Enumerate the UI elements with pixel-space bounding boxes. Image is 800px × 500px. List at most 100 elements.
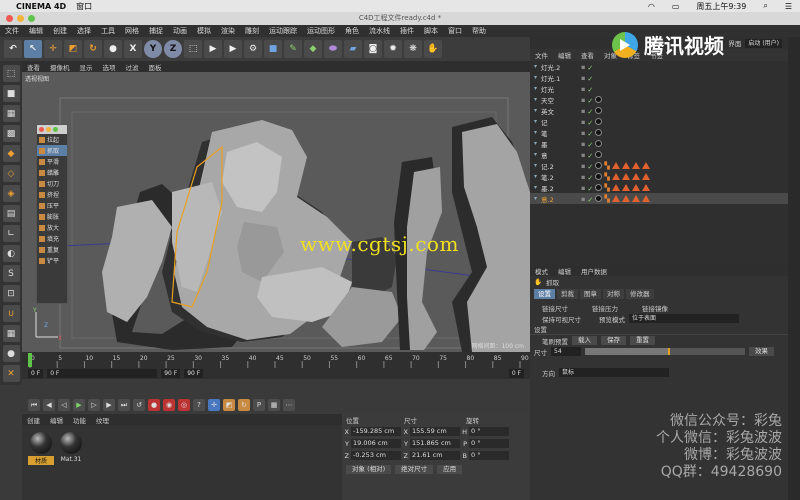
camera-icon[interactable]: ◙: [364, 40, 382, 58]
keep-visible-size-option[interactable]: 保持可视尺寸: [542, 314, 581, 324]
render-view-icon[interactable]: ▶: [204, 40, 222, 58]
x-axis-button[interactable]: X: [124, 40, 142, 58]
sculpt-tag-icon[interactable]: [631, 173, 640, 180]
polygons-mode-icon[interactable]: ◈: [2, 185, 20, 202]
sculpt-tag-icon[interactable]: [641, 162, 650, 169]
prev-key-icon[interactable]: ◀: [43, 399, 55, 411]
preview-mode-select[interactable]: 位于表面: [629, 314, 739, 323]
light-icon[interactable]: ✹: [384, 40, 402, 58]
key-selection-icon[interactable]: ◎: [178, 399, 190, 411]
viewport-menu-item[interactable]: 显示: [75, 62, 98, 72]
layer-icon[interactable]: ▪: [581, 63, 585, 71]
object-row[interactable]: ▾ 灯光.1 ▪ ✓: [530, 72, 788, 83]
attribute-tab[interactable]: 对称: [603, 289, 624, 299]
rotation-field[interactable]: 0 °: [469, 451, 509, 460]
object-row[interactable]: ▾ 记.2 ▪ ✓ ▚: [530, 160, 788, 171]
menu-item[interactable]: 创建: [48, 26, 72, 36]
object-row[interactable]: ▾ 意 ▪ ✓: [530, 149, 788, 160]
soft-select-icon[interactable]: ◐: [2, 245, 20, 262]
checker-tag-icon[interactable]: ▚: [604, 173, 609, 181]
object-row[interactable]: ▾ 灯光 ▪ ✓: [530, 83, 788, 94]
object-row[interactable]: ▾ 英文 ▪ ✓: [530, 105, 788, 116]
bend-tool-icon[interactable]: ∟: [2, 225, 20, 242]
menu-list-icon[interactable]: ☰: [785, 2, 792, 11]
attribute-tab[interactable]: 图章: [580, 289, 601, 299]
visibility-check-icon[interactable]: ✓: [587, 108, 593, 116]
workplane-icon[interactable]: ▩: [2, 125, 20, 142]
sculpt-tag-icon[interactable]: [621, 173, 630, 180]
object-row[interactable]: ▾ 意.2 ▪ ✓ ▚: [530, 193, 788, 204]
object-row[interactable]: ▾ 笔 ▪ ✓: [530, 127, 788, 138]
size-mode-select[interactable]: 绝对尺寸: [395, 465, 434, 474]
material-tag-icon[interactable]: [595, 140, 603, 147]
object-row[interactable]: ▾ 墨.2 ▪ ✓ ▚: [530, 182, 788, 193]
brush-item[interactable]: 抓取: [37, 145, 67, 156]
attribute-tab[interactable]: 剪裁: [557, 289, 578, 299]
material-item[interactable]: 材质: [28, 432, 54, 465]
layer-icon[interactable]: ▪: [581, 151, 585, 159]
menu-item[interactable]: 捕捉: [144, 26, 168, 36]
material-tag-icon[interactable]: [595, 184, 603, 191]
move-key-icon[interactable]: ✛: [208, 399, 220, 411]
viewport-menu-item[interactable]: 面板: [144, 62, 167, 72]
wifi-icon[interactable]: ◠: [648, 2, 655, 11]
battery-icon[interactable]: ▭: [672, 2, 680, 11]
start-frame-field[interactable]: 0 F: [28, 369, 44, 378]
floor-icon[interactable]: ▰: [344, 40, 362, 58]
sculpt-tag-icon[interactable]: [641, 184, 650, 191]
material-tag-icon[interactable]: [595, 151, 603, 158]
help-icon[interactable]: ?: [193, 399, 205, 411]
menu-item[interactable]: 网格: [120, 26, 144, 36]
menu-item[interactable]: 动画: [168, 26, 192, 36]
viewport-menu-item[interactable]: 选项: [98, 62, 121, 72]
visibility-check-icon[interactable]: ✓: [587, 119, 593, 127]
grid-icon[interactable]: ▦: [2, 325, 20, 342]
layer-icon[interactable]: ▪: [581, 184, 585, 192]
layer-icon[interactable]: ▪: [581, 96, 585, 104]
layout-select[interactable]: 启动 (用户): [745, 38, 782, 48]
attribute-tab[interactable]: 修改器: [626, 289, 654, 299]
object-row[interactable]: ▾ 记 ▪ ✓: [530, 116, 788, 127]
os-datetime[interactable]: 周五上午9:39: [696, 1, 746, 12]
material-tag-icon[interactable]: [595, 107, 603, 114]
menu-item[interactable]: 工具: [96, 26, 120, 36]
brush-item[interactable]: 重复: [37, 244, 67, 255]
position-field[interactable]: -0.253 cm: [351, 451, 401, 460]
pla-key-icon[interactable]: ▦: [268, 399, 280, 411]
sculpt-tag-icon[interactable]: [621, 195, 630, 202]
next-key-icon[interactable]: ▶: [103, 399, 115, 411]
texture-mode-icon[interactable]: ▦: [2, 105, 20, 122]
object-menu-item[interactable]: 文件: [530, 50, 553, 60]
sculpt-tag-icon[interactable]: [641, 173, 650, 180]
brush-panel-header[interactable]: [37, 125, 67, 134]
material-tag-icon[interactable]: [595, 162, 603, 169]
material-item[interactable]: Mat.31: [58, 432, 84, 463]
apply-button[interactable]: 应用: [437, 465, 463, 474]
menu-item[interactable]: 流水线: [364, 26, 395, 36]
layer-icon[interactable]: ▪: [581, 173, 585, 181]
checker-tag-icon[interactable]: ▚: [604, 162, 609, 170]
menu-item[interactable]: 脚本: [419, 26, 443, 36]
zoom-window-button[interactable]: [28, 15, 35, 22]
object-row[interactable]: ▾ 灯光.2 ▪ ✓: [530, 61, 788, 72]
visibility-check-icon[interactable]: ✓: [587, 86, 593, 94]
auto-key-icon[interactable]: ◉: [163, 399, 175, 411]
direction-select[interactable]: 鼠标: [559, 368, 669, 377]
select-tool-icon[interactable]: ↖: [24, 40, 42, 58]
effect-button[interactable]: 效果: [749, 347, 774, 356]
object-row[interactable]: ▾ 笔.2 ▪ ✓ ▚: [530, 171, 788, 182]
cube-icon[interactable]: ■: [264, 40, 282, 58]
scale-key-icon[interactable]: ◩: [223, 399, 235, 411]
y-axis-button[interactable]: Y: [144, 40, 162, 58]
link-size-option[interactable]: 链接尺寸: [542, 303, 568, 313]
visibility-check-icon[interactable]: ✓: [587, 152, 593, 160]
timeline-menu-icon[interactable]: ⋯: [283, 399, 295, 411]
scale-tool-icon[interactable]: ◩: [64, 40, 82, 58]
prev-frame-icon[interactable]: ◁: [58, 399, 70, 411]
visibility-check-icon[interactable]: ✓: [587, 97, 593, 105]
sculpt-tag-icon[interactable]: [631, 184, 640, 191]
attribute-menu-item[interactable]: 模式: [530, 266, 553, 276]
link-pressure-option[interactable]: 链接压力: [592, 303, 618, 313]
sculpt-tag-icon[interactable]: [621, 162, 630, 169]
make-editable-icon[interactable]: ⬚: [2, 65, 20, 82]
